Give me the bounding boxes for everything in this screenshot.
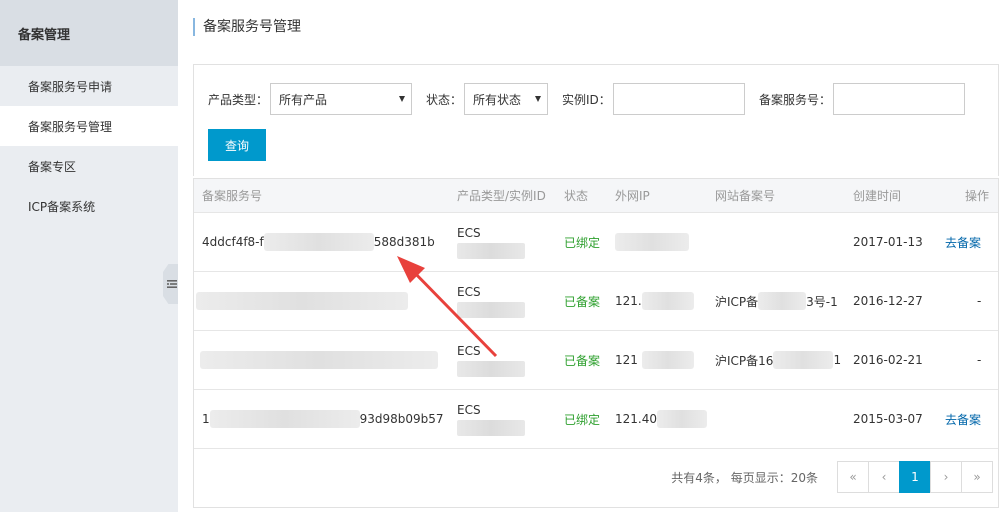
redacted-blur bbox=[200, 351, 438, 369]
status-select[interactable]: 所有状态 bbox=[464, 83, 549, 115]
redacted-blur bbox=[657, 410, 707, 428]
redacted-blur bbox=[457, 242, 525, 259]
status-value: 所有状态 bbox=[473, 92, 522, 107]
service-no-suffix: 93d98b09b57 bbox=[359, 412, 444, 426]
pagination-summary: 共有4条， 每页显示：20条 bbox=[671, 471, 818, 485]
ip-text: 121.40 bbox=[615, 412, 657, 426]
service-no-cell: 4ddcf4f8-f 588d381b bbox=[202, 213, 435, 271]
product-type-select[interactable]: 所有产品 bbox=[270, 83, 413, 115]
service-no-cell: 1 93d98b09b57 bbox=[202, 390, 444, 448]
redacted-blur bbox=[615, 233, 689, 251]
product-type: ECS bbox=[457, 343, 481, 358]
icp-cell: 沪ICP备 3号-1 bbox=[715, 272, 838, 330]
redacted-blur bbox=[641, 292, 694, 310]
service-no-suffix: 588d381b bbox=[373, 235, 435, 249]
ip-cell: 121. bbox=[615, 272, 694, 330]
caret-down-icon bbox=[399, 96, 406, 102]
icp-suffix: 1 bbox=[833, 353, 842, 367]
redacted-blur bbox=[457, 360, 525, 377]
redacted-blur bbox=[209, 410, 360, 428]
caret-down-icon bbox=[535, 96, 542, 102]
icp-suffix: 3号-1 bbox=[806, 294, 838, 309]
action-cell: - bbox=[977, 353, 982, 367]
service-no-label: 备案服务号： bbox=[759, 92, 832, 107]
service-no-input[interactable] bbox=[833, 83, 966, 115]
created-cell: 2016-12-27 bbox=[853, 294, 923, 308]
sidebar-item-icp-system[interactable]: ICP备案系统 bbox=[0, 186, 178, 226]
product-cell: ECS bbox=[457, 272, 525, 330]
menu-collapse-icon bbox=[167, 280, 177, 288]
service-no-prefix: 1 bbox=[202, 412, 210, 426]
product-type: ECS bbox=[457, 225, 481, 240]
redacted-blur bbox=[457, 301, 525, 318]
status-cell: 已绑定 bbox=[564, 412, 601, 427]
service-table: 备案服务号 产品类型/实例ID 状态 外网IP 网站备案号 创建时间 操作 4d… bbox=[193, 178, 999, 508]
table-header: 备案服务号 产品类型/实例ID 状态 外网IP 网站备案号 创建时间 操作 bbox=[194, 179, 998, 213]
go-record-link[interactable]: 去备案 bbox=[945, 390, 981, 448]
product-type: ECS bbox=[457, 402, 481, 417]
redacted-blur bbox=[196, 292, 408, 310]
created-cell: 2015-03-07 bbox=[853, 412, 923, 426]
col-service-no: 备案服务号 bbox=[202, 189, 263, 203]
table-row: 1 93d98b09b57 ECS 已绑定 121.40 2015-03-07 … bbox=[194, 390, 998, 449]
query-button[interactable]: 查询 bbox=[208, 129, 266, 161]
sidebar-title: 备案管理 bbox=[0, 0, 178, 66]
created-cell: 2016-02-21 bbox=[853, 353, 923, 367]
status-cell: 已备案 bbox=[564, 353, 601, 368]
service-no-prefix: 4ddcf4f8-f bbox=[202, 235, 264, 249]
table-row: ECS 已备案 121 沪ICP备16 1 2016-02-21 - bbox=[194, 331, 998, 390]
instance-id-label: 实例ID： bbox=[562, 92, 611, 107]
status-cell: 已备案 bbox=[564, 294, 601, 309]
product-cell: ECS bbox=[457, 390, 525, 448]
ip-cell bbox=[615, 213, 689, 271]
go-record-link[interactable]: 去备案 bbox=[945, 213, 981, 271]
status-cell: 已绑定 bbox=[564, 235, 601, 250]
created-cell: 2017-01-13 bbox=[853, 235, 923, 249]
icp-cell: 沪ICP备16 1 bbox=[715, 331, 841, 389]
product-cell: ECS bbox=[457, 331, 525, 389]
redacted-blur bbox=[263, 233, 374, 251]
col-icp: 网站备案号 bbox=[715, 189, 776, 203]
col-action: 操作 bbox=[965, 189, 990, 203]
sidebar: 备案管理 备案服务号申请 备案服务号管理 备案专区 ICP备案系统 bbox=[0, 0, 178, 512]
ip-text: 121 bbox=[615, 353, 638, 367]
instance-id-input[interactable] bbox=[612, 83, 745, 115]
redacted-blur bbox=[758, 292, 807, 310]
col-created: 创建时间 bbox=[853, 189, 902, 203]
first-page-button[interactable]: « bbox=[837, 461, 869, 493]
table-row: ECS 已备案 121. 沪ICP备 3号-1 2016-12-27 - bbox=[194, 272, 998, 331]
col-product: 产品类型/实例ID bbox=[457, 189, 546, 203]
page-1-button[interactable]: 1 bbox=[899, 461, 931, 493]
ip-cell: 121.40 bbox=[615, 390, 707, 448]
sidebar-item-zone[interactable]: 备案专区 bbox=[0, 146, 178, 186]
filter-panel: 产品类型： 所有产品 状态： 所有状态 实例ID： 备案服务号： 查询 bbox=[193, 64, 999, 176]
product-cell: ECS bbox=[457, 213, 525, 271]
redacted-blur bbox=[773, 351, 834, 369]
redacted-blur bbox=[457, 419, 525, 436]
prev-page-button[interactable]: ‹ bbox=[868, 461, 900, 493]
col-status: 状态 bbox=[564, 189, 589, 203]
sidebar-item-apply[interactable]: 备案服务号申请 bbox=[0, 66, 178, 106]
pagination: « ‹ 1 › » bbox=[837, 461, 993, 493]
ip-cell: 121 bbox=[615, 331, 694, 389]
status-label: 状态： bbox=[426, 92, 463, 107]
service-no-cell bbox=[196, 272, 408, 330]
table-footer: 共有4条， 每页显示：20条 « ‹ 1 › » bbox=[194, 449, 998, 507]
icp-prefix: 沪ICP备 bbox=[715, 294, 759, 309]
main-content: 备案服务号管理 产品类型： 所有产品 状态： 所有状态 实例ID： 备案服务号：… bbox=[178, 0, 1005, 512]
service-no-cell bbox=[200, 331, 438, 389]
ip-text: 121. bbox=[615, 294, 642, 308]
next-page-button[interactable]: › bbox=[930, 461, 962, 493]
page-title: 备案服务号管理 bbox=[193, 18, 301, 36]
redacted-blur bbox=[641, 351, 694, 369]
sidebar-item-manage[interactable]: 备案服务号管理 bbox=[0, 106, 178, 146]
action-cell: - bbox=[977, 294, 982, 308]
icp-prefix: 沪ICP备16 bbox=[715, 353, 774, 368]
col-ip: 外网IP bbox=[615, 189, 650, 203]
product-type: ECS bbox=[457, 284, 481, 299]
table-row: 4ddcf4f8-f 588d381b ECS 已绑定 2017-01-13 去… bbox=[194, 213, 998, 272]
product-type-label: 产品类型： bbox=[208, 92, 269, 107]
last-page-button[interactable]: » bbox=[961, 461, 993, 493]
product-type-value: 所有产品 bbox=[279, 92, 328, 107]
